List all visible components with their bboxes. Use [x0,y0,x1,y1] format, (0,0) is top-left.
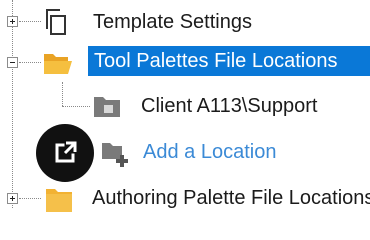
open-folder-icon [42,50,74,81]
tree-item-client-support[interactable]: Client A113\Support [0,88,370,126]
tree-item-template-settings[interactable]: Template Settings [0,3,370,41]
external-link-button[interactable] [36,124,94,182]
add-location-link[interactable]: Add a Location [143,137,276,167]
tree-item-label-selected: Tool Palettes File Locations [88,46,370,76]
tree-item-label: Authoring Palette File Locations [92,187,370,209]
expand-toggle-icon[interactable] [7,16,18,27]
settings-tree: Template Settings Tool Palettes File Loc… [0,0,370,218]
copy-document-icon [44,7,72,42]
tree-item-authoring-palette[interactable]: Authoring Palette File Locations [0,180,370,218]
folder-icon [44,184,74,219]
tree-connector [19,21,41,22]
tree-connector [19,62,41,63]
folder-gray-icon [92,93,122,124]
add-folder-icon [100,139,130,172]
tree-connector [62,106,90,107]
tree-item-label: Client A113\Support [141,95,318,117]
collapse-toggle-icon[interactable] [7,57,18,68]
tree-item-tool-palettes[interactable]: Tool Palettes File Locations [0,42,370,80]
tree-connector [19,198,41,199]
expand-toggle-icon[interactable] [7,193,18,204]
tree-item-label: Template Settings [93,11,252,33]
external-link-icon [55,141,77,163]
